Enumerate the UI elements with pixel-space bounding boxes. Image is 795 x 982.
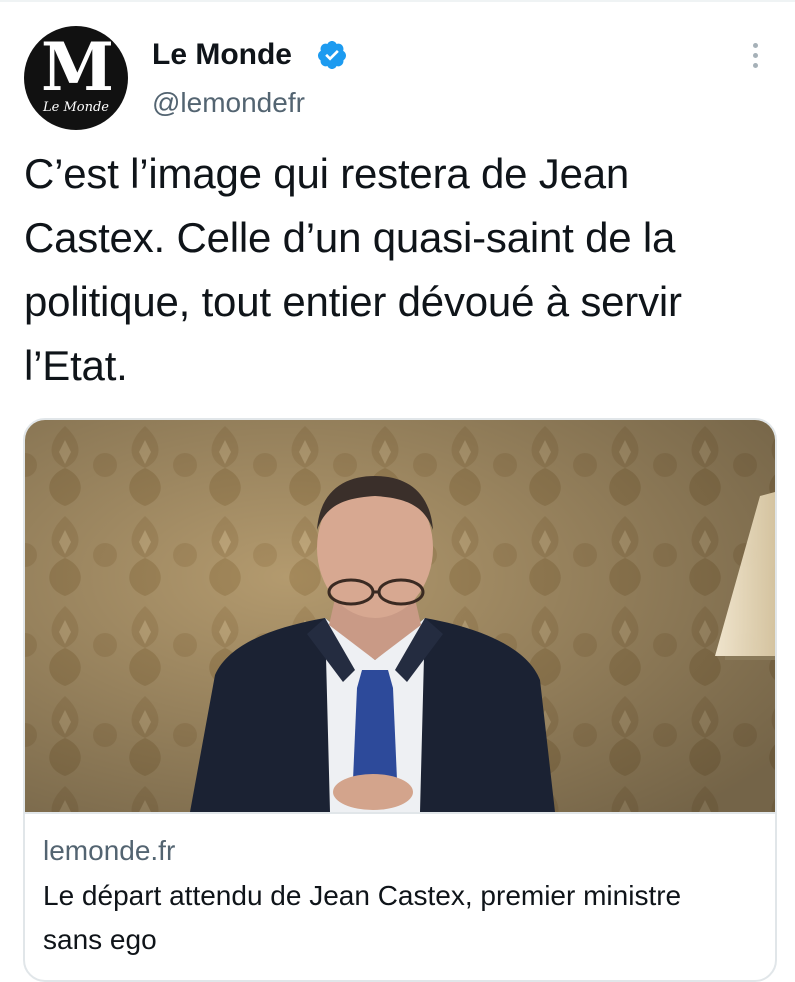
verified-badge-icon [317, 41, 346, 69]
avatar-logo-letter: M [40, 28, 114, 106]
card-title[interactable]: Le départ attendu de Jean Castex, premie… [43, 874, 743, 962]
display-name[interactable]: Le Monde [152, 37, 292, 73]
user-handle[interactable]: @lemondefr [152, 86, 305, 120]
card-photo [25, 420, 775, 812]
avatar-logo-wordmark: Le Monde [43, 100, 109, 115]
tweet-text: C’est l’image qui restera de Jean Castex… [24, 150, 682, 389]
card-divider [25, 812, 775, 814]
avatar[interactable]: M Le Monde [24, 26, 128, 130]
top-divider [0, 0, 795, 2]
link-card[interactable]: lemonde.fr Le départ attendu de Jean Cas… [23, 418, 777, 982]
card-domain: lemonde.fr [43, 835, 176, 866]
more-vertical-icon[interactable] [744, 40, 766, 74]
